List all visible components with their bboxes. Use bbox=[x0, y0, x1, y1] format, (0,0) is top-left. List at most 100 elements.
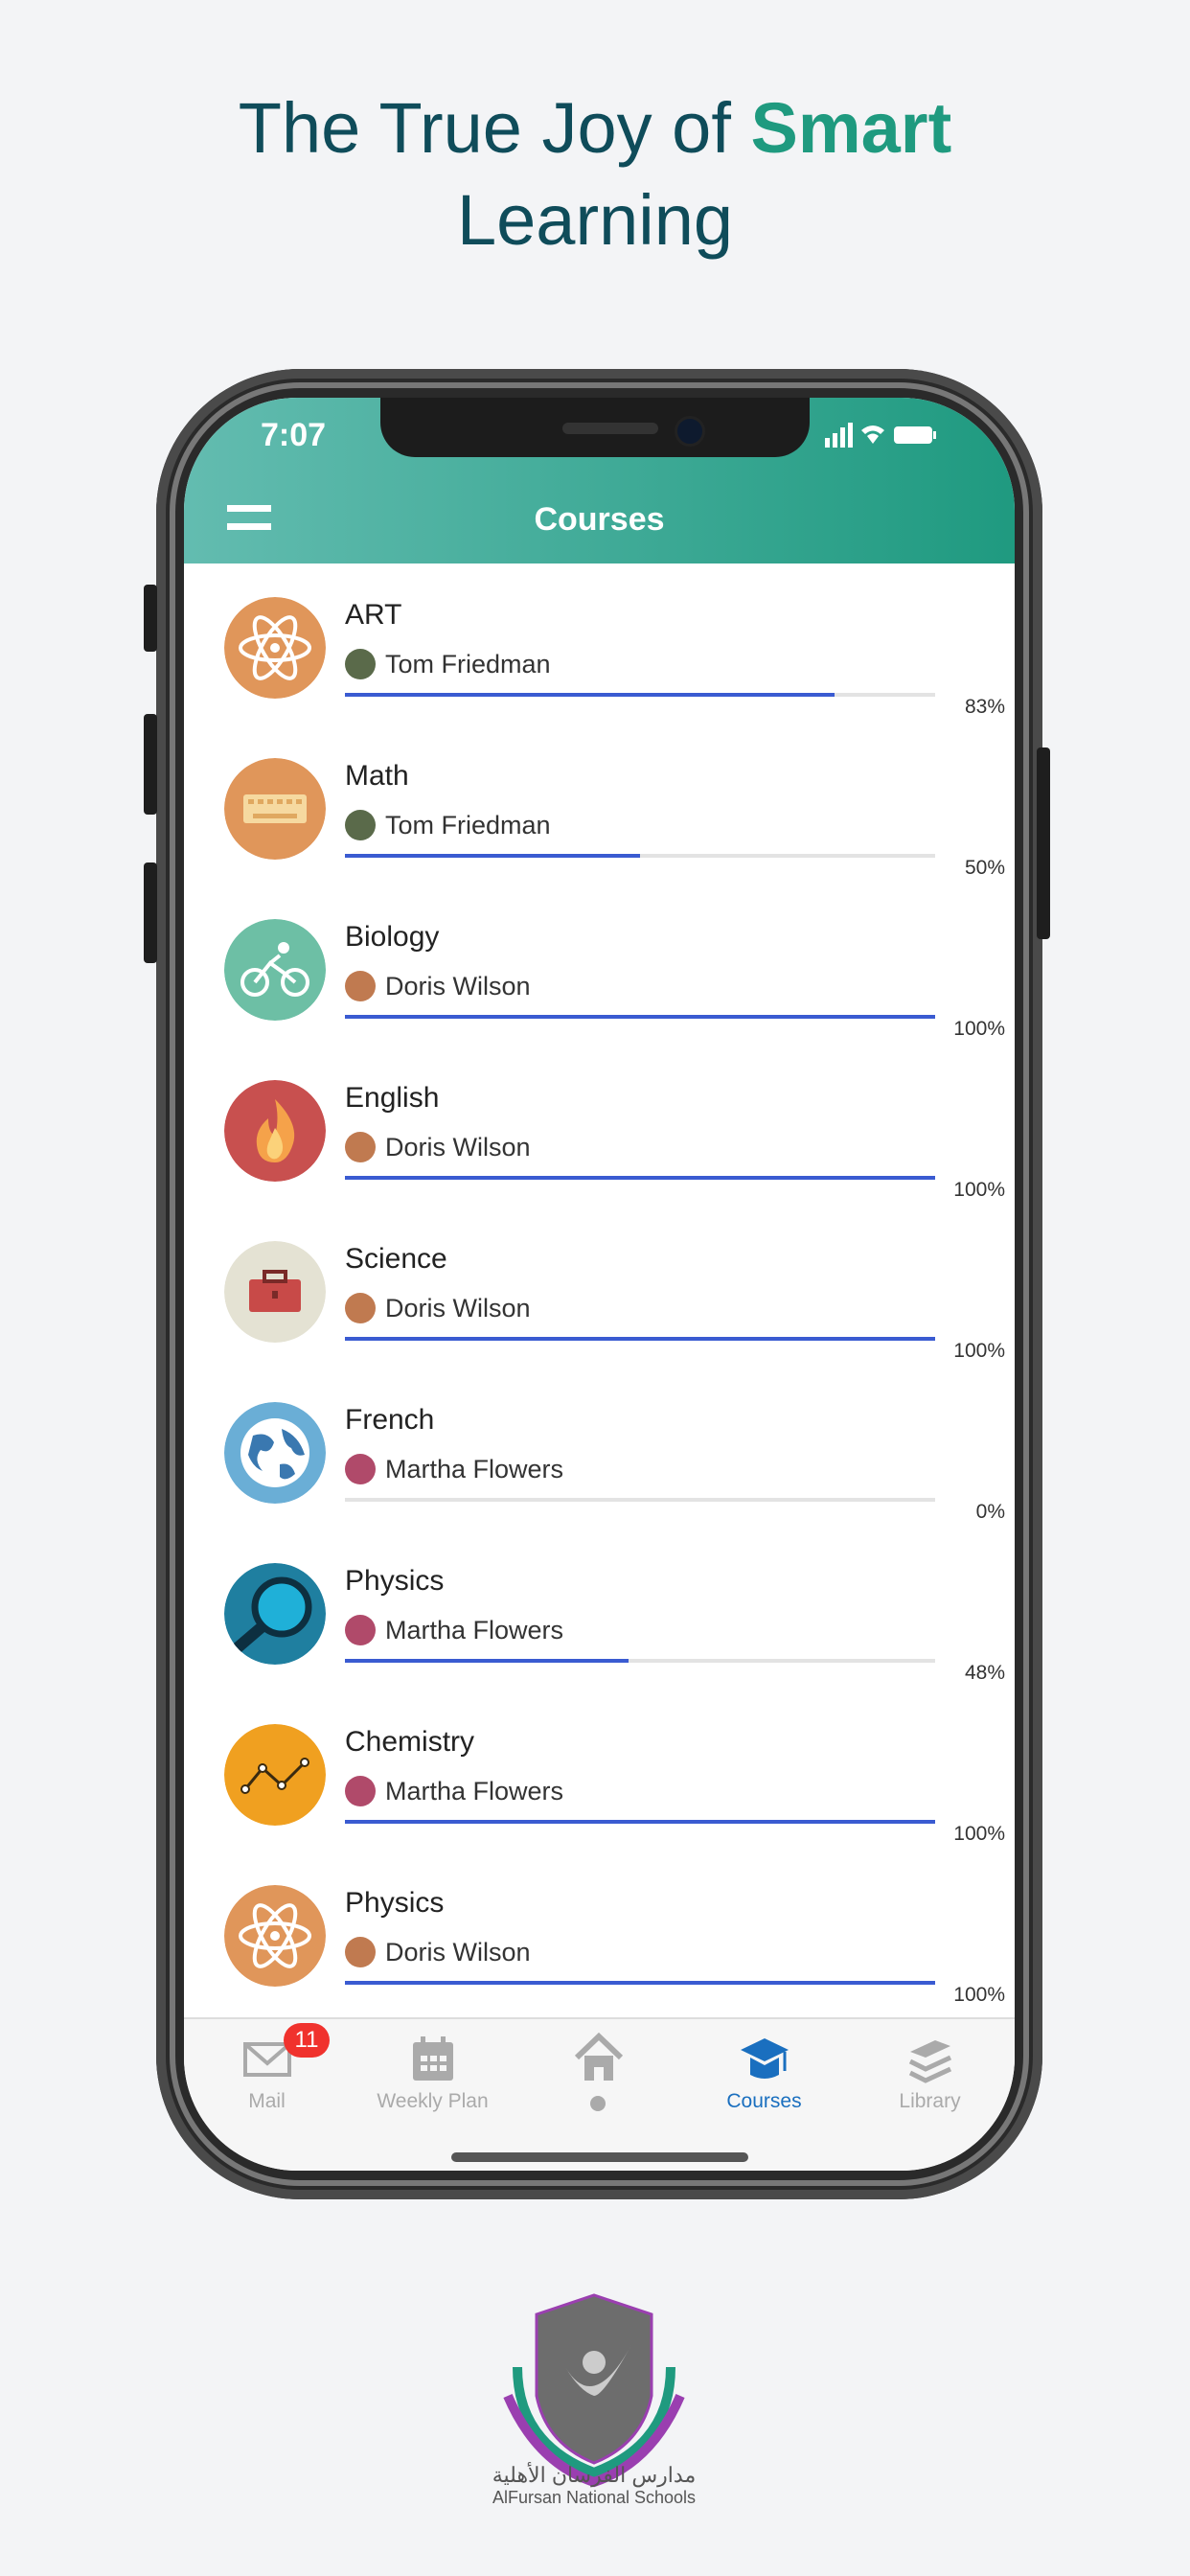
home-dot bbox=[590, 2096, 606, 2111]
progress-bar bbox=[345, 1659, 935, 1663]
teacher-avatar bbox=[345, 971, 376, 1001]
course-teacher: Martha Flowers bbox=[345, 1615, 563, 1645]
course-name: French bbox=[345, 1404, 435, 1436]
teacher-name: Martha Flowers bbox=[385, 1454, 564, 1484]
progress-percent: 100% bbox=[953, 1984, 1005, 2006]
toolbox-icon bbox=[224, 1241, 326, 1343]
keyboard-icon bbox=[224, 758, 326, 860]
progress-percent: 48% bbox=[964, 1662, 1005, 1684]
course-name: Chemistry bbox=[345, 1726, 475, 1758]
course-name: Science bbox=[345, 1243, 447, 1275]
course-name: English bbox=[345, 1082, 440, 1114]
tab-mail[interactable]: 11 Mail bbox=[184, 2019, 350, 2134]
teacher-avatar bbox=[345, 810, 376, 840]
atom-icon bbox=[224, 1885, 326, 1987]
course-name: ART bbox=[345, 599, 402, 631]
progress-bar bbox=[345, 1498, 935, 1502]
progress-bar bbox=[345, 693, 935, 697]
teacher-name: Tom Friedman bbox=[385, 649, 551, 678]
tab-label: Library bbox=[899, 2090, 961, 2112]
teacher-avatar bbox=[345, 1776, 376, 1806]
course-teacher: Tom Friedman bbox=[345, 649, 551, 679]
course-row[interactable]: English Doris Wilson 100% bbox=[184, 1063, 1015, 1224]
progress-bar bbox=[345, 1981, 935, 1985]
home-icon bbox=[574, 2033, 624, 2081]
teacher-name: Doris Wilson bbox=[385, 971, 531, 1000]
phone-button bbox=[1037, 748, 1050, 939]
teacher-name: Doris Wilson bbox=[385, 1937, 531, 1966]
notch bbox=[380, 398, 810, 457]
course-row[interactable]: Science Doris Wilson 100% bbox=[184, 1224, 1015, 1385]
teacher-avatar bbox=[345, 649, 376, 679]
status-icons bbox=[825, 423, 936, 448]
course-teacher: Martha Flowers bbox=[345, 1454, 563, 1484]
mail-badge: 11 bbox=[284, 2023, 330, 2058]
progress-percent: 83% bbox=[964, 696, 1005, 718]
globe-icon bbox=[224, 1402, 326, 1504]
tab-library[interactable]: Library bbox=[847, 2019, 1013, 2134]
bicycle-icon bbox=[224, 919, 326, 1021]
page-title: Courses bbox=[534, 501, 665, 538]
tab-label: Courses bbox=[726, 2090, 802, 2112]
tab-label: Weekly Plan bbox=[377, 2090, 489, 2112]
teacher-avatar bbox=[345, 1615, 376, 1645]
headline-prefix: The True Joy of bbox=[238, 88, 751, 168]
progress-bar bbox=[345, 1015, 935, 1019]
phone-button bbox=[144, 585, 157, 652]
course-row[interactable]: Chemistry Martha Flowers 100% bbox=[184, 1707, 1015, 1868]
flame-icon bbox=[224, 1080, 326, 1182]
teacher-avatar bbox=[345, 1454, 376, 1484]
course-name: Physics bbox=[345, 1887, 445, 1919]
course-name: Physics bbox=[345, 1565, 445, 1597]
progress-bar bbox=[345, 1337, 935, 1341]
teacher-name: Martha Flowers bbox=[385, 1615, 564, 1644]
progress-bar bbox=[345, 854, 935, 858]
course-name: Math bbox=[345, 760, 409, 792]
teacher-avatar bbox=[345, 1937, 376, 1967]
course-teacher: Tom Friedman bbox=[345, 810, 551, 840]
phone-button bbox=[144, 862, 157, 963]
course-row[interactable]: Biology Doris Wilson 100% bbox=[184, 902, 1015, 1063]
app-screen: 7:07 Courses ART Tom Friedman 83% Math Tom F… bbox=[184, 398, 1015, 2171]
logo-name-ar: مدارس الفرسان الأهلية bbox=[492, 2463, 697, 2487]
magnifier-icon bbox=[224, 1563, 326, 1665]
tab-label: Mail bbox=[248, 2090, 286, 2112]
app-header: 7:07 Courses bbox=[184, 398, 1015, 564]
course-row[interactable]: Physics Martha Flowers 48% bbox=[184, 1546, 1015, 1707]
graduation-cap-icon bbox=[741, 2038, 789, 2079]
progress-bar bbox=[345, 1176, 935, 1180]
calendar-icon bbox=[413, 2036, 453, 2081]
course-teacher: Doris Wilson bbox=[345, 1293, 531, 1323]
course-teacher: Doris Wilson bbox=[345, 971, 531, 1001]
headline-accent: Smart bbox=[750, 88, 952, 168]
course-row[interactable]: ART Tom Friedman 83% bbox=[184, 580, 1015, 741]
progress-percent: 100% bbox=[953, 1179, 1005, 1201]
tab-home[interactable] bbox=[515, 2019, 681, 2134]
teacher-name: Tom Friedman bbox=[385, 810, 551, 840]
logo-name-en: AlFursan National Schools bbox=[492, 2488, 697, 2507]
progress-percent: 100% bbox=[953, 1340, 1005, 1362]
tab-courses[interactable]: Courses bbox=[681, 2019, 847, 2134]
course-row[interactable]: Math Tom Friedman 50% bbox=[184, 741, 1015, 902]
phone-button bbox=[144, 714, 157, 815]
course-row[interactable]: Physics Doris Wilson 100% bbox=[184, 1868, 1015, 2029]
course-teacher: Martha Flowers bbox=[345, 1776, 563, 1806]
home-indicator[interactable] bbox=[451, 2152, 748, 2162]
headline-line2: Learning bbox=[456, 180, 733, 260]
progress-percent: 0% bbox=[975, 1501, 1005, 1523]
headline-line1: The True Joy of Smart bbox=[0, 82, 1190, 174]
status-time: 7:07 bbox=[261, 417, 327, 453]
books-icon bbox=[908, 2040, 952, 2083]
tab-bar: 11 Mail Weekly Plan Courses Library bbox=[184, 2017, 1015, 2171]
teacher-name: Doris Wilson bbox=[385, 1132, 531, 1162]
camera bbox=[675, 416, 705, 447]
course-teacher: Doris Wilson bbox=[345, 1937, 531, 1967]
teacher-avatar bbox=[345, 1132, 376, 1162]
course-name: Biology bbox=[345, 921, 440, 953]
progress-percent: 100% bbox=[953, 1018, 1005, 1040]
tab-weekly-plan[interactable]: Weekly Plan bbox=[350, 2019, 515, 2134]
atom-icon bbox=[224, 597, 326, 699]
progress-percent: 100% bbox=[953, 1823, 1005, 1845]
course-row[interactable]: French Martha Flowers 0% bbox=[184, 1385, 1015, 1546]
progress-percent: 50% bbox=[964, 857, 1005, 879]
